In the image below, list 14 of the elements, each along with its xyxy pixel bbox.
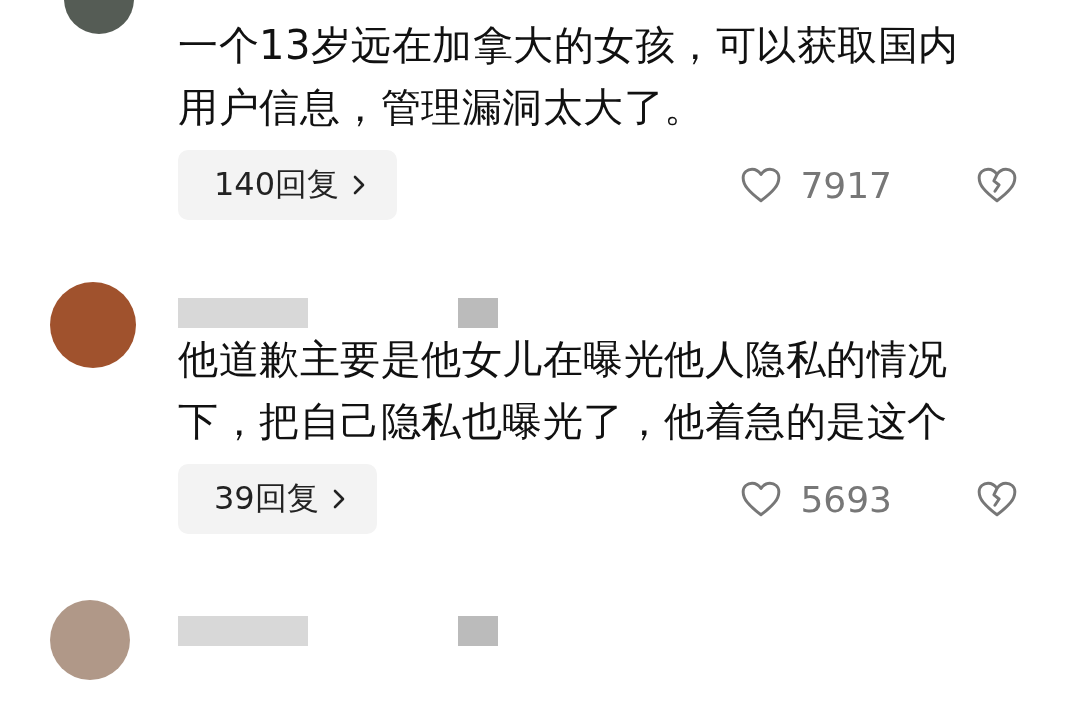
heart-icon[interactable] (740, 166, 783, 204)
comment-text: 他道歉主要是他女儿在曝光他人隐私的情况下，把自己隐私也曝光了，他着急的是这个 (178, 335, 949, 446)
comment-text: 一个13岁远在加拿大的女孩，可以获取国内用户信息，管理漏洞太大了。 (178, 21, 960, 132)
chevron-right-icon (353, 175, 366, 195)
like-count: 7917 (800, 164, 892, 206)
chevron-right-icon (332, 489, 345, 509)
replies-button[interactable]: 39回复 (178, 464, 377, 534)
replies-button[interactable]: 140回复 (178, 150, 398, 220)
like-count: 5693 (800, 478, 892, 520)
broken-heart-icon[interactable] (976, 480, 1018, 518)
heart-icon[interactable] (740, 480, 783, 518)
broken-heart-icon[interactable] (976, 166, 1018, 204)
blurred-name (458, 616, 498, 646)
blurred-name (458, 298, 498, 328)
